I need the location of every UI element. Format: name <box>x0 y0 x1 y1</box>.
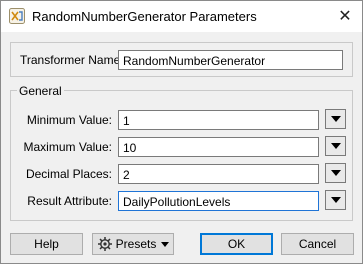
fme-transformer-icon <box>9 8 25 24</box>
ok-button-label: OK <box>227 237 246 251</box>
maximum-value-field[interactable]: 10 <box>118 137 319 157</box>
cancel-button[interactable]: Cancel <box>281 233 354 255</box>
result-attribute-label: Result Attribute: <box>27 194 112 208</box>
result-attribute-menu-button[interactable] <box>325 190 346 210</box>
help-button-label: Help <box>34 237 59 251</box>
close-icon: ✕ <box>338 8 352 25</box>
triangle-down-icon <box>330 170 341 176</box>
maximum-value-menu-button[interactable] <box>325 136 346 156</box>
transformer-name-label: Transformer Name: <box>20 53 124 67</box>
triangle-down-icon <box>330 197 341 203</box>
transformer-name-field[interactable]: RandomNumberGenerator <box>118 50 343 70</box>
maximum-value-label: Maximum Value: <box>23 140 112 154</box>
presets-button[interactable]: Presets <box>92 233 174 255</box>
gear-icon <box>97 236 113 252</box>
triangle-down-icon <box>330 116 341 122</box>
result-attribute-field[interactable]: DailyPollutionLevels <box>118 191 319 211</box>
presets-button-label: Presets <box>115 237 157 251</box>
help-button[interactable]: Help <box>10 233 83 255</box>
title-bar: RandomNumberGenerator Parameters ✕ <box>1 1 362 32</box>
minimum-value-label: Minimum Value: <box>26 113 112 127</box>
close-button[interactable]: ✕ <box>328 1 362 31</box>
minimum-value-menu-button[interactable] <box>325 109 346 129</box>
decimal-places-field[interactable]: 2 <box>118 164 319 184</box>
general-group-title: General <box>17 84 64 98</box>
decimal-places-menu-button[interactable] <box>325 163 346 183</box>
caret-down-icon <box>161 242 170 247</box>
minimum-value-field[interactable]: 1 <box>118 110 319 130</box>
window-title: RandomNumberGenerator Parameters <box>32 9 257 24</box>
dialog-window: RandomNumberGenerator Parameters ✕ Trans… <box>0 0 363 264</box>
triangle-down-icon <box>330 143 341 149</box>
cancel-button-label: Cancel <box>298 237 337 251</box>
ok-button[interactable]: OK <box>200 233 273 255</box>
decimal-places-label: Decimal Places: <box>25 167 112 181</box>
